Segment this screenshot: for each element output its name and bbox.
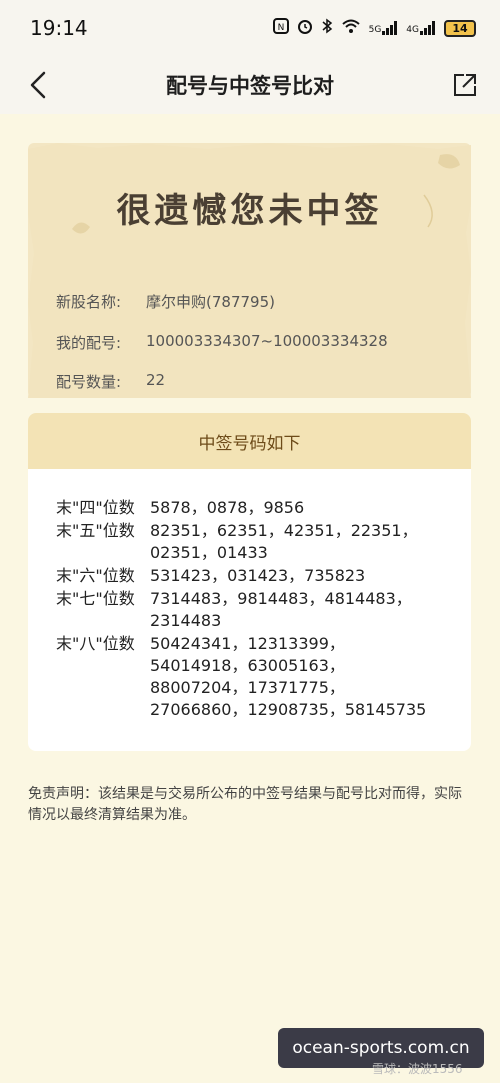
- winning-row-5: 末"五"位数 82351，62351，42351，22351， 02351，01…: [56, 520, 471, 564]
- winning-row-values: 50424341，12313399， 54014918，63005163， 88…: [150, 633, 450, 721]
- winning-values-line: 531423，031423，735823: [150, 566, 366, 585]
- my-number-label: 我的配号:: [56, 334, 122, 352]
- winning-values-line: 82351，62351，42351，22351，: [150, 521, 418, 540]
- winning-values-line: 50424341，12313399，: [150, 634, 345, 653]
- number-count-row: 配号数量: 22: [56, 371, 165, 392]
- winning-row-values: 5878，0878，9856: [150, 497, 450, 519]
- my-number-value: 100003334307~100003334328: [146, 332, 388, 350]
- winning-numbers-list: 末"四"位数 5878，0878，9856 末"五"位数 82351，62351…: [28, 469, 471, 721]
- winning-row-label: 末"六"位数: [56, 566, 135, 585]
- nfc-icon: N: [272, 18, 289, 38]
- winning-row-label: 末"五"位数: [56, 521, 135, 540]
- winning-values-line: 27066860，12908735，58145735: [150, 700, 427, 719]
- winning-row-4: 末"四"位数 5878，0878，9856: [56, 497, 471, 519]
- signal-5g-label: 5G: [368, 25, 382, 35]
- credit-watermark: 雪球：波波1556: [372, 1062, 463, 1076]
- status-time: 19:14: [30, 16, 88, 40]
- winning-row-6: 末"六"位数 531423，031423，735823: [56, 565, 471, 587]
- winning-values-line: 02351，01433: [150, 543, 268, 562]
- nav-bar: 配号与中签号比对: [0, 56, 500, 114]
- winning-row-values: 7314483，9814483，4814483， 2314483: [150, 588, 450, 632]
- number-count-value: 22: [146, 371, 166, 389]
- status-bar: 19:14 N 5G 4G 14: [0, 0, 500, 56]
- winning-row-values: 82351，62351，42351，22351， 02351，01433: [150, 520, 450, 564]
- winning-values-line: 88007204，17371775，: [150, 678, 345, 697]
- battery-icon: 14: [444, 19, 476, 37]
- winning-row-values: 531423，031423，735823: [150, 565, 450, 587]
- torn-paper-decoration: [28, 143, 471, 398]
- signal-4g-icon: 4G: [406, 21, 436, 35]
- number-count-label: 配号数量:: [56, 373, 122, 391]
- page-title: 配号与中签号比对: [166, 74, 334, 98]
- winning-row-8: 末"八"位数 50424341，12313399， 54014918，63005…: [56, 633, 471, 721]
- result-card: 很遗憾您未中签 新股名称: 摩尔申购(787795) 我的配号: 1000033…: [28, 143, 471, 398]
- share-icon[interactable]: [452, 72, 478, 98]
- winning-row-label: 末"七"位数: [56, 589, 135, 608]
- winning-row-label: 末"八"位数: [56, 634, 135, 653]
- winning-values-line: 7314483，9814483，4814483，: [150, 589, 412, 608]
- signal-5g-icon: 5G: [369, 21, 399, 35]
- winning-numbers-header: 中签号码如下: [28, 413, 471, 469]
- svg-text:N: N: [277, 23, 284, 33]
- back-arrow-icon[interactable]: [28, 71, 48, 99]
- stock-name-value: 摩尔申购(787795): [146, 293, 275, 311]
- winning-numbers-card: 中签号码如下 末"四"位数 5878，0878，9856 末"五"位数 8235…: [28, 413, 471, 751]
- stock-name-label: 新股名称:: [56, 293, 122, 311]
- disclaimer-text: 免责声明：该结果是与交易所公布的中签号结果与配号比对而得，实际情况以最终清算结果…: [28, 786, 462, 823]
- wifi-icon: [341, 18, 361, 38]
- winning-row-label: 末"四"位数: [56, 498, 135, 517]
- winning-values-line: 5878，0878，9856: [150, 498, 305, 517]
- result-headline: 很遗憾您未中签: [116, 191, 383, 231]
- winning-values-line: 54014918，63005163，: [150, 656, 345, 675]
- my-number-row: 我的配号: 100003334307~100003334328: [56, 332, 388, 353]
- status-icons: N 5G 4G 14: [272, 18, 476, 38]
- bluetooth-icon: [321, 18, 333, 38]
- alarm-icon: [297, 18, 313, 38]
- stock-name-row: 新股名称: 摩尔申购(787795): [56, 291, 275, 312]
- signal-4g-label: 4G: [406, 25, 419, 35]
- winning-row-7: 末"七"位数 7314483，9814483，4814483， 2314483: [56, 588, 471, 632]
- winning-values-line: 2314483: [150, 611, 222, 630]
